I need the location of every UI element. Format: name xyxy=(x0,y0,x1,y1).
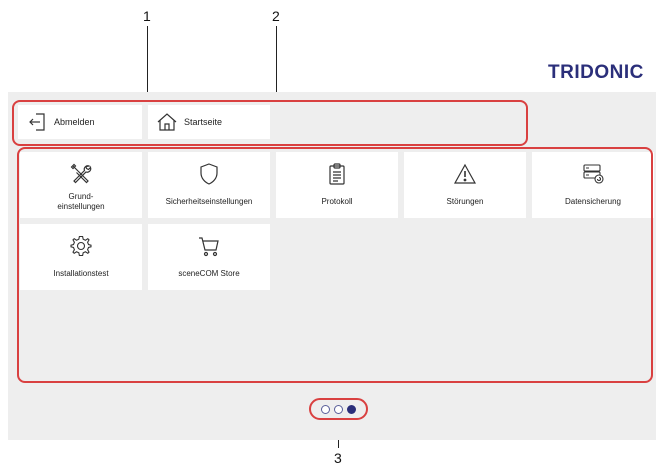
callout-1: 1 xyxy=(143,8,151,24)
page-dot-2[interactable] xyxy=(334,404,343,414)
callout-line-1 xyxy=(147,26,148,100)
callout-3: 3 xyxy=(334,450,342,466)
brand-logo: TRIDONIC xyxy=(548,62,644,83)
page-dot-1[interactable] xyxy=(321,404,330,414)
page-dot-3-active[interactable] xyxy=(347,404,356,414)
pagination xyxy=(309,398,368,420)
screen: 1 2 3 TRIDONIC Abmelden Startseite Grund… xyxy=(0,0,660,468)
tiles-highlight xyxy=(17,147,653,383)
quick-actions-highlight xyxy=(12,100,528,146)
callout-2: 2 xyxy=(272,8,280,24)
